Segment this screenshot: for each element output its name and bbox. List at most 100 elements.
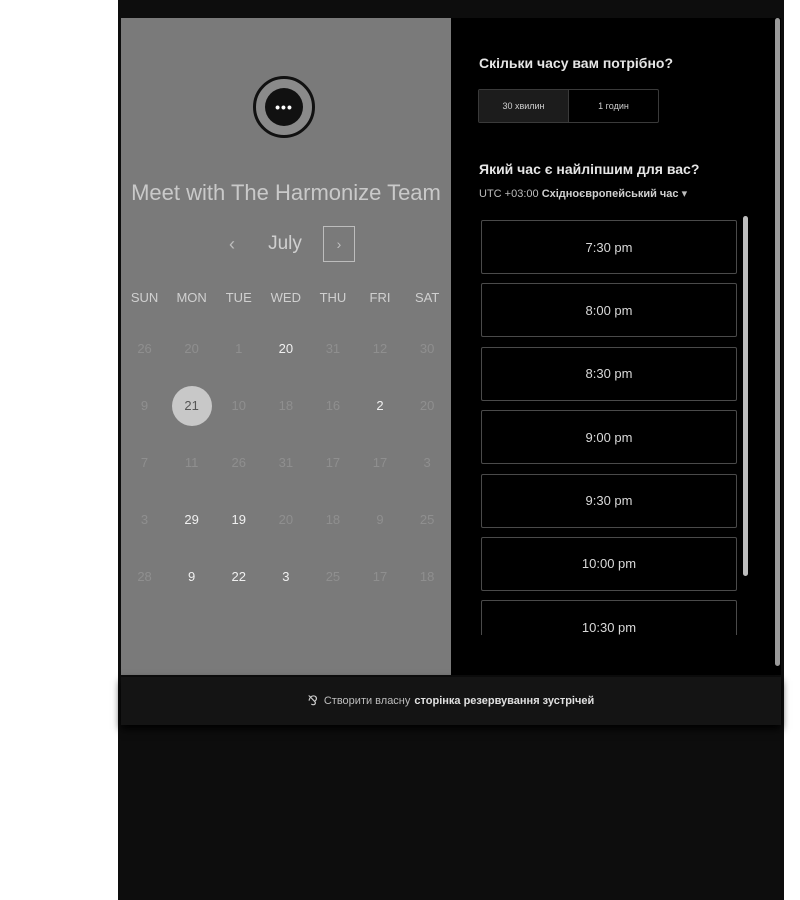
duration-option-1-hour[interactable]: 1 годин	[569, 90, 658, 122]
calendar-day: 31	[262, 443, 309, 483]
day-number: 2	[376, 398, 384, 413]
day-number: 19	[231, 512, 246, 527]
calendar-day: 3	[121, 500, 168, 540]
calendar-day: 30	[404, 329, 451, 369]
day-number: 22	[231, 569, 246, 584]
day-number: 20	[184, 341, 199, 356]
calendar-day: 9	[356, 500, 403, 540]
day-number: 3	[140, 512, 149, 527]
calendar-day: 17	[356, 443, 403, 483]
calendar-day: 10	[215, 386, 262, 426]
time-question: Який час є найліпшим для вас?	[479, 161, 700, 177]
calendar-day[interactable]: 19	[215, 500, 262, 540]
calendar-day: 26	[215, 443, 262, 483]
day-number: 18	[278, 398, 294, 413]
day-number: 10	[231, 398, 246, 413]
chat-bubble-icon: •••	[265, 88, 311, 132]
calendar-week-row: 9 21 10 18 16 2 20	[121, 377, 451, 434]
calendar-grid: 26 20 1 20 31 12 30 9 21 10 18 16 2 20 7 11 26 31 17 17 3 3 29…	[121, 320, 451, 605]
calendar-day[interactable]: 2	[356, 386, 403, 426]
day-number: 30	[419, 341, 435, 356]
calendar-day: 7	[121, 443, 168, 483]
calendar-day: 9	[121, 386, 168, 426]
scheduler-panel: Скільки часу вам потрібно? 30 хвилин 1 г…	[451, 18, 781, 675]
calendar-week-row: 26 20 1 20 31 12 30	[121, 320, 451, 377]
calendar-day: 3	[404, 443, 451, 483]
calendar-panel: ••• Meet with The Harmonize Team ‹ July …	[121, 18, 451, 675]
day-number: 17	[372, 569, 388, 584]
day-number: 3	[423, 455, 431, 470]
duration-selector: 30 хвилин 1 годин	[478, 89, 659, 123]
day-number: 17	[372, 455, 388, 470]
time-slot-list: 7:30 pm 8:00 pm 8:30 pm 9:00 pm 9:30 pm 10:00…	[481, 220, 737, 635]
weekday-label: MON	[176, 290, 207, 305]
day-number: 1	[235, 341, 243, 356]
time-slot-button[interactable]: 10:00 pm	[481, 536, 737, 591]
time-slot-button[interactable]: 9:00 pm	[481, 410, 737, 465]
weekday-label: SUN	[130, 290, 159, 305]
page-scrollbar[interactable]	[775, 18, 780, 666]
day-number: 16	[325, 398, 341, 413]
calendar-day: 11	[168, 443, 215, 483]
day-number: 12	[372, 341, 388, 356]
day-number: 21	[171, 385, 212, 426]
calendar-day: 18	[404, 557, 451, 597]
booking-card: ••• Meet with The Harmonize Team ‹ July …	[121, 18, 781, 675]
time-slot-button[interactable]: 8:30 pm	[481, 346, 737, 401]
day-number: 31	[278, 455, 294, 470]
calendar-day: 17	[356, 557, 403, 597]
slot-scrollbar[interactable]	[743, 216, 748, 576]
team-logo: •••	[253, 76, 315, 138]
time-slot-button[interactable]: 7:30 pm	[481, 220, 737, 274]
day-number: 11	[184, 455, 199, 470]
calendar-day: 20	[404, 386, 451, 426]
day-number: 3	[282, 569, 290, 584]
month-navigation: ‹ July ›	[121, 224, 451, 264]
calendar-day[interactable]: 22	[215, 557, 262, 597]
footer-bar[interactable]: ⅋ Створити власну сторінка резервування …	[121, 677, 781, 725]
time-slot-button[interactable]: 8:00 pm	[481, 283, 737, 338]
day-number: 26	[137, 341, 152, 356]
calendar-day: 18	[262, 386, 309, 426]
day-number: 28	[137, 569, 152, 584]
selected-day[interactable]: 21	[168, 385, 215, 426]
timezone-name: Східноєвропейський час	[541, 188, 679, 200]
calendar-day[interactable]: 9	[168, 557, 215, 597]
calendar-day[interactable]: 3	[262, 557, 309, 597]
calendar-day: 16	[309, 386, 356, 426]
day-number: 9	[376, 512, 384, 527]
weekday-label: THU	[319, 290, 347, 305]
next-month-button[interactable]: ›	[323, 226, 355, 262]
day-number: 29	[184, 512, 199, 527]
chevron-down-icon: ▾	[681, 188, 688, 200]
duration-question: Скільки часу вам потрібно?	[479, 55, 674, 71]
day-number: 25	[419, 512, 435, 527]
calendar-day: 25	[404, 500, 451, 540]
day-number: 31	[325, 341, 341, 356]
time-slot-button[interactable]: 9:30 pm	[481, 473, 737, 528]
calendar-day: 12	[356, 329, 403, 369]
prev-month-button[interactable]: ‹	[217, 234, 247, 255]
weekday-label: WED	[270, 290, 301, 305]
calendar-day: 25	[309, 557, 356, 597]
day-number: 18	[419, 569, 435, 584]
footer-link[interactable]: сторінка резервування зустрічей	[414, 695, 594, 707]
day-number: 7	[140, 455, 149, 470]
calendar-day: 18	[309, 500, 356, 540]
time-slot-button[interactable]: 10:30 pm	[481, 600, 737, 635]
weekday-label: FRI	[369, 290, 391, 305]
day-number: 20	[419, 398, 435, 413]
day-number: 9	[140, 398, 149, 413]
calendar-day[interactable]: 29	[168, 500, 215, 540]
day-number: 20	[278, 512, 294, 527]
duration-option-30-min[interactable]: 30 хвилин	[479, 90, 569, 122]
day-number: 26	[231, 455, 246, 470]
calendar-day: 20	[168, 329, 215, 369]
calendar-day: 31	[309, 329, 356, 369]
timezone-selector[interactable]: UTC +03:00 Східноєвропейський час ▾	[479, 187, 687, 200]
calendar-day: 28	[121, 557, 168, 597]
calendar-day[interactable]: 20	[262, 329, 309, 369]
weekday-header: SUN MON TUE WED THU FRI SAT	[121, 290, 451, 305]
calendar-day: 1	[215, 329, 262, 369]
day-number: 25	[325, 569, 341, 584]
